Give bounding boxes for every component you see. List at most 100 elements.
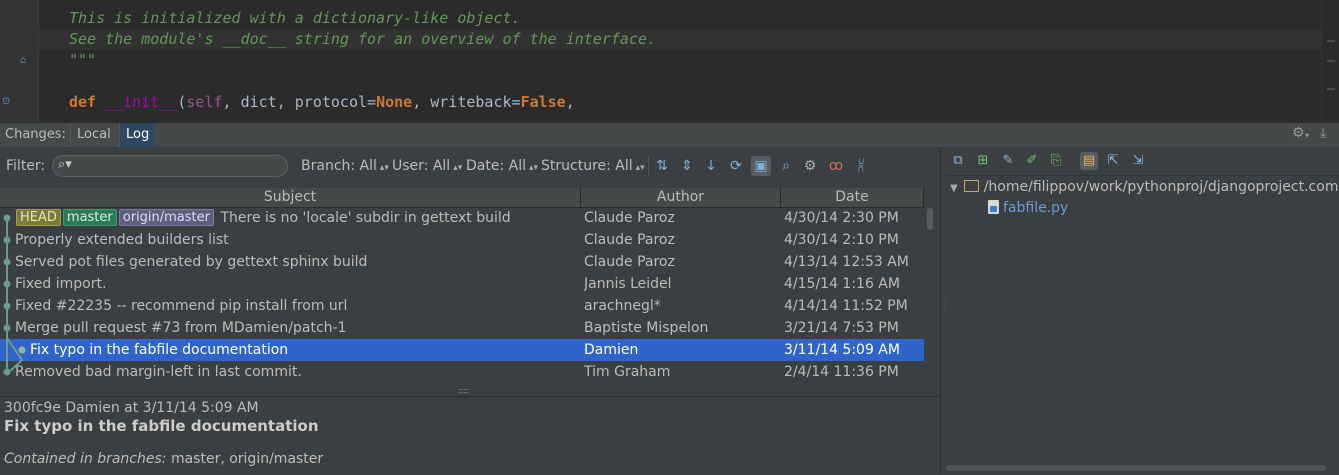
graph-node — [3, 324, 11, 332]
author-cell: Claude Paroz — [584, 254, 675, 270]
graph-node — [3, 280, 11, 288]
table-row[interactable]: Fixed import. Jannis Leidel 4/15/14 1:16… — [0, 273, 924, 295]
table-row[interactable]: HEAD master origin/master There is no 'loc… — [0, 207, 924, 229]
subject-cell: Fixed #22235 -- recommend pip install fr… — [15, 298, 348, 314]
log-filter-bar: Filter: ⌕▾ Branch: All ▴▾ User: All ▴▾ Dat… — [0, 147, 940, 187]
log-scrollbar-thumb[interactable] — [927, 208, 933, 230]
cherry-pick-icon[interactable]: ꝏ — [826, 156, 846, 176]
horizontal-scrollbar-thumb[interactable] — [946, 465, 1326, 471]
author-cell: Tim Graham — [584, 364, 671, 380]
tab-log[interactable]: Log — [119, 123, 156, 147]
branch-filter-label: Branch: All — [301, 158, 377, 174]
override-marker-icon[interactable]: ⊙ — [2, 96, 10, 108]
date-filter-dropdown[interactable]: Date: All ▴▾ — [466, 158, 538, 174]
date-cell: 4/30/14 2:30 PM — [784, 210, 899, 226]
table-row[interactable]: Properly extended builders list Claude P… — [0, 229, 924, 251]
editor-scrollbar[interactable] — [1321, 0, 1339, 122]
branch-filter-dropdown[interactable]: Branch: All ▴▾ — [301, 158, 389, 174]
commit-log-table[interactable]: Subject Author Date HEAD master origin/mas… — [0, 188, 941, 388]
edit-source-icon[interactable]: ✎ — [999, 152, 1017, 170]
date-cell: 4/13/14 12:53 AM — [784, 254, 909, 270]
file-name-label: fabfile.py — [1003, 200, 1069, 216]
column-header-date[interactable]: Date — [781, 188, 924, 207]
filter-input[interactable] — [52, 155, 288, 177]
code-line-1: This is initialized with a dictionary-li… — [69, 9, 521, 27]
hide-panel-icon[interactable]: ⤓ — [1320, 125, 1326, 141]
graph-node-selected — [18, 346, 26, 354]
date-cell: 3/11/14 5:09 AM — [784, 342, 900, 358]
commit-details-panel: 300fc9e Damien at 3/11/14 5:09 AM Fix ty… — [0, 396, 940, 475]
scroll-marker[interactable] — [1327, 40, 1335, 42]
branches-label: Contained in branches: — [4, 451, 167, 467]
show-diff-icon[interactable]: ⊞ — [974, 152, 992, 170]
tab-local[interactable]: Local — [70, 123, 117, 147]
changes-toolwindow-header: Changes: Local Log ⚙ ▾ ⤓ — [0, 122, 1339, 148]
function-name: __init__ — [105, 93, 178, 111]
group-by-directory-icon[interactable]: ▤ — [1080, 152, 1098, 170]
highlight-icon[interactable]: ⩈ — [851, 156, 871, 176]
table-row[interactable]: Fixed #22235 -- recommend pip install fr… — [0, 295, 924, 317]
code-editor[interactable]: ⌂ ⊙ This is initialized with a dictionar… — [0, 0, 1339, 122]
scroll-marker[interactable] — [1327, 60, 1335, 62]
dropdown-arrow-icon: ▴▾ — [635, 163, 645, 173]
badge-origin-master: origin/master — [118, 209, 214, 226]
changed-files-tree[interactable]: ▼ /home/filippov/work/pythonproj/djangopr… — [946, 175, 1339, 466]
gear-dropdown-icon[interactable]: ▾ — [1305, 131, 1309, 140]
graph-branch-line — [6, 337, 24, 375]
column-header-author[interactable]: Author — [581, 188, 781, 207]
author-cell: Jannis Leidel — [584, 276, 672, 292]
table-row[interactable]: Merge pull request #73 from MDamien/patc… — [0, 317, 924, 339]
params-a: , dict, protocol= — [222, 93, 377, 111]
user-filter-dropdown[interactable]: User: All ▴▾ — [392, 158, 462, 174]
refresh-icon[interactable]: ⟳ — [726, 156, 746, 176]
log-scrollbar[interactable] — [924, 208, 936, 388]
code-line-2: See the module's __doc__ string for an o… — [69, 30, 656, 48]
user-filter-label: User: All — [392, 158, 451, 174]
graph-node — [3, 258, 11, 266]
params-b: , writeback= — [412, 93, 521, 111]
structure-filter-label: Structure: All — [541, 158, 633, 174]
search-icon[interactable]: ⌕▾ — [58, 157, 72, 172]
expand-linear-branches-icon[interactable]: ⇕ — [677, 156, 697, 176]
gear-icon[interactable]: ⚙ — [1292, 125, 1305, 141]
subject-cell: Removed bad margin-left in last commit. — [15, 364, 302, 380]
subject-cell: Fix typo in the fabfile documentation — [30, 342, 289, 358]
show-details-icon[interactable]: ▣ — [751, 156, 771, 176]
graph-node — [3, 368, 11, 376]
compare-icon[interactable]: ⧉ — [949, 152, 967, 170]
vertical-splitter-grip[interactable]: ⋮⋮ — [942, 300, 950, 316]
column-header-subject[interactable]: Subject — [0, 188, 581, 207]
root-path-label: /home/filippov/work/pythonproj/djangopro… — [983, 179, 1339, 195]
table-header: Subject Author Date — [0, 188, 924, 208]
find-icon[interactable]: ⌕ — [776, 156, 796, 176]
scroll-marker[interactable] — [1327, 88, 1335, 90]
structure-filter-dropdown[interactable]: Structure: All ▴▾ — [541, 158, 645, 174]
revert-icon[interactable]: ⎘ — [1047, 152, 1065, 170]
collapse-linear-branches-icon[interactable]: ⇅ — [652, 156, 672, 176]
go-to-head-icon[interactable]: ↓ — [701, 156, 721, 176]
toolbar-separator — [648, 156, 649, 176]
open-repository-version-icon[interactable]: ✐ — [1023, 152, 1041, 170]
horizontal-splitter-grip[interactable]: :::::: — [458, 387, 474, 395]
tree-node-root[interactable]: ▼ /home/filippov/work/pythonproj/djangopr… — [950, 179, 1338, 195]
subject-cell: Served pot files generated by gettext sp… — [15, 254, 368, 270]
expand-arrow-icon[interactable]: ▼ — [950, 183, 958, 194]
table-row-selected[interactable]: Fix typo in the fabfile documentation Da… — [0, 339, 924, 361]
changed-files-panel: ⧉ ⊞ ✎ ✐ ⎘ ▤ ⇱ ⇲ ▼ /home/filippov/work/pyt… — [946, 147, 1339, 474]
commit-meta: 300fc9e Damien at 3/11/14 5:09 AM — [4, 400, 259, 416]
collapse-all-icon[interactable]: ⇲ — [1129, 152, 1147, 170]
horizontal-scrollbar[interactable] — [946, 463, 1339, 472]
date-cell: 4/14/14 11:52 PM — [784, 298, 908, 314]
table-row[interactable]: Removed bad margin-left in last commit. … — [0, 361, 924, 383]
dropdown-arrow-icon: ▴▾ — [453, 163, 463, 173]
keyword-def: def — [69, 93, 97, 111]
settings-icon[interactable]: ⚙ — [800, 156, 820, 176]
fold-end-icon[interactable]: ⌂ — [20, 55, 26, 67]
subject-cell: HEAD master origin/master There is no 'loc… — [16, 207, 581, 229]
expand-all-icon[interactable]: ⇱ — [1104, 152, 1122, 170]
tree-node-file[interactable]: fabfile.py — [988, 200, 1068, 216]
contained-in-branches: Contained in branches: master, origin/ma… — [4, 451, 323, 467]
date-cell: 4/15/14 1:16 AM — [784, 276, 900, 292]
table-row[interactable]: Served pot files generated by gettext sp… — [0, 251, 924, 273]
code-line-3: """ — [69, 51, 97, 69]
